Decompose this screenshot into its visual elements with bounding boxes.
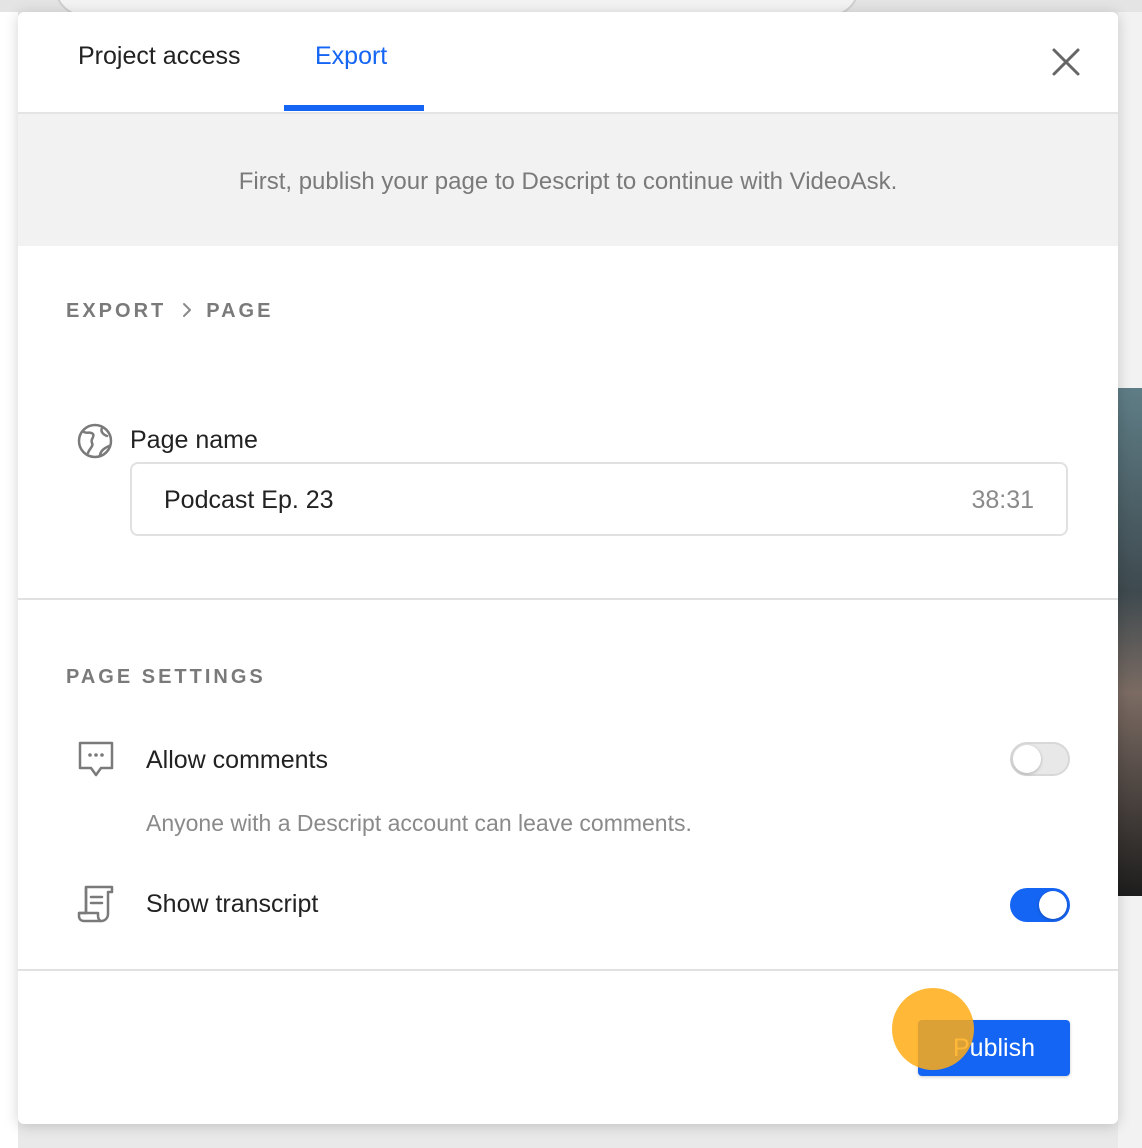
close-icon[interactable] <box>1050 46 1082 78</box>
globe-icon <box>77 423 113 459</box>
page-settings-heading: PAGE SETTINGS <box>66 666 266 688</box>
banner-text: First, publish your page to Descript to … <box>238 168 898 195</box>
toggle-knob <box>1039 891 1067 919</box>
publish-info-banner: First, publish your page to Descript to … <box>18 114 1118 246</box>
transcript-icon <box>77 885 114 923</box>
footer-divider <box>18 969 1118 971</box>
export-dialog: Project access Export First, publish you… <box>18 12 1118 1124</box>
page-duration: 38:31 <box>971 486 1034 514</box>
background-video-thumbnail <box>1118 388 1142 896</box>
page-name-input[interactable]: Podcast Ep. 23 38:31 <box>130 462 1068 536</box>
pointer-highlight <box>892 988 974 1070</box>
section-divider <box>18 598 1118 600</box>
comment-icon <box>78 741 114 777</box>
page-name-value[interactable]: Podcast Ep. 23 <box>164 486 334 515</box>
breadcrumb-root[interactable]: EXPORT <box>66 300 166 323</box>
breadcrumb: EXPORT PAGE <box>66 300 273 323</box>
allow-comments-description: Anyone with a Descript account can leave… <box>146 810 692 836</box>
show-transcript-label: Show transcript <box>146 890 319 918</box>
breadcrumb-current: PAGE <box>206 300 274 322</box>
chevron-right-icon <box>183 303 192 317</box>
page-name-label: Page name <box>130 426 258 454</box>
tab-project-access[interactable]: Project access <box>78 42 241 71</box>
allow-comments-toggle[interactable] <box>1010 742 1070 776</box>
dialog-tabs: Project access Export <box>18 12 1118 114</box>
show-transcript-toggle[interactable] <box>1010 888 1070 922</box>
background-document <box>0 12 18 1148</box>
allow-comments-label: Allow comments <box>146 746 328 774</box>
active-tab-indicator <box>284 105 424 111</box>
tab-export[interactable]: Export <box>315 42 387 71</box>
toggle-knob <box>1013 745 1041 773</box>
